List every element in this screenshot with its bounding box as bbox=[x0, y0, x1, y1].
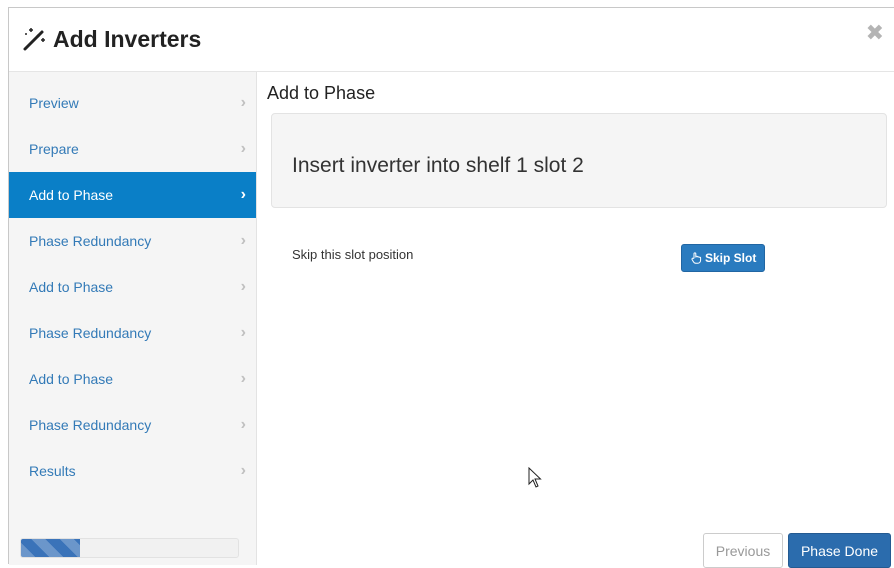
sidebar-item-add-to-phase-active[interactable]: Add to Phase › bbox=[9, 172, 256, 218]
sidebar-item-add-to-phase[interactable]: Add to Phase › bbox=[9, 356, 256, 402]
sidebar-item-phase-redundancy[interactable]: Phase Redundancy › bbox=[9, 218, 256, 264]
sidebar-item-label: Add to Phase bbox=[29, 371, 114, 387]
sidebar-item-label: Phase Redundancy bbox=[29, 417, 152, 433]
wizard-steps-sidebar: Preview › Prepare › Add to Phase › Phase… bbox=[9, 72, 257, 565]
chevron-right-icon: › bbox=[240, 324, 246, 341]
sidebar-item-label: Preview bbox=[29, 95, 79, 111]
magic-wand-icon bbox=[23, 28, 45, 51]
dialog-title-group: Add Inverters bbox=[21, 25, 201, 53]
step-title: Add to Phase bbox=[267, 83, 376, 103]
instruction-text: Insert inverter into shelf 1 slot 2 bbox=[292, 154, 584, 177]
sidebar-item-preview[interactable]: Preview › bbox=[9, 80, 256, 126]
chevron-right-icon: › bbox=[240, 140, 246, 157]
sidebar-item-prepare[interactable]: Prepare › bbox=[9, 126, 256, 172]
skip-slot-description: Skip this slot position bbox=[292, 247, 414, 262]
wizard-progress-bar bbox=[20, 538, 239, 558]
sidebar-item-label: Add to Phase bbox=[29, 279, 114, 295]
chevron-right-icon: › bbox=[240, 416, 246, 433]
sidebar-item-label: Phase Redundancy bbox=[29, 325, 152, 341]
chevron-right-icon: › bbox=[240, 186, 246, 203]
previous-button[interactable]: Previous bbox=[703, 533, 783, 568]
instruction-panel: Insert inverter into shelf 1 slot 2 bbox=[271, 113, 887, 208]
chevron-right-icon: › bbox=[240, 232, 246, 249]
sidebar-item-add-to-phase[interactable]: Add to Phase › bbox=[9, 264, 256, 310]
chevron-right-icon: › bbox=[240, 370, 246, 387]
hand-pointer-icon bbox=[691, 252, 702, 264]
sidebar-item-phase-redundancy[interactable]: Phase Redundancy › bbox=[9, 310, 256, 356]
chevron-right-icon: › bbox=[240, 462, 246, 479]
chevron-right-icon: › bbox=[240, 94, 246, 111]
sidebar-item-label: Add to Phase bbox=[29, 187, 114, 203]
sidebar-item-results[interactable]: Results › bbox=[9, 448, 256, 494]
dialog-title: Add Inverters bbox=[53, 26, 202, 52]
step-content: Add to Phase Insert inverter into shelf … bbox=[257, 72, 894, 568]
phase-done-button[interactable]: Phase Done bbox=[788, 533, 891, 568]
skip-slot-button[interactable]: Skip Slot bbox=[681, 244, 766, 272]
dialog-header: Add Inverters ✖ bbox=[9, 8, 894, 72]
close-icon[interactable]: ✖ bbox=[866, 22, 884, 44]
add-inverters-dialog: Add Inverters ✖ Preview › Prepare › Add … bbox=[8, 7, 894, 568]
sidebar-item-label: Prepare bbox=[29, 141, 79, 157]
progress-bar-fill bbox=[21, 539, 80, 557]
sidebar-item-phase-redundancy[interactable]: Phase Redundancy › bbox=[9, 402, 256, 448]
sidebar-item-label: Phase Redundancy bbox=[29, 233, 152, 249]
chevron-right-icon: › bbox=[240, 278, 246, 295]
mouse-pointer-icon bbox=[528, 467, 542, 488]
skip-slot-button-label: Skip Slot bbox=[705, 251, 757, 265]
sidebar-item-label: Results bbox=[29, 463, 76, 479]
